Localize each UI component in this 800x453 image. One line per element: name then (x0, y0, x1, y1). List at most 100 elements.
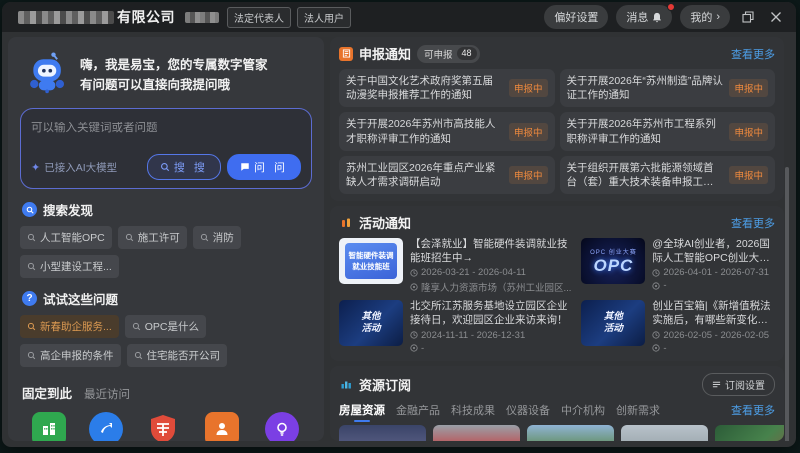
discover-chips: 人工智能OPC 施工许可 消防 小型建设工程... (20, 226, 312, 278)
invest-arrow-icon (89, 412, 123, 441)
titlebar: 有限公司 法定代表人 法人用户 偏好设置 消息 我的 › (2, 2, 796, 32)
declare-item[interactable]: 关于组织开展第六批能源领域首台（套）重大技术装备申报工作的通知 申报中 (560, 156, 776, 194)
list-settings-icon (712, 380, 721, 389)
resource-item[interactable]: 蒲公英孵化器，苏州国际科技园六期，... (715, 425, 784, 441)
question-chip[interactable]: 住宅能否开公司 (127, 344, 228, 367)
tab-recent[interactable]: 最近访问 (84, 386, 130, 402)
activity-item[interactable]: OPC 创业大赛 OPC @全球AI创业者，2026国际人工智能OPC创业大赛报… (581, 238, 775, 294)
declare-item[interactable]: 苏州工业园区2026年重点产业紧缺人才需求调研启动 申报中 (339, 156, 555, 194)
search-icon (134, 351, 143, 360)
credit-code-redacted (185, 12, 219, 23)
company-suffix: 有限公司 (117, 7, 175, 27)
restore-window-button[interactable] (738, 7, 758, 27)
activity-thumbnail: 其他 活动 (339, 300, 403, 346)
assistant-greeting: 嗨，我是易宝，您的专属数字管家 有问题可以直接向我提问哦 (20, 47, 312, 108)
status-tag: 申报中 (729, 123, 768, 141)
main-content: 嗨，我是易宝，您的专属数字管家 有问题可以直接向我提问哦 ✦ 已接入AI大模型 … (2, 32, 796, 447)
app-employment-service[interactable]: 用工服务 (192, 412, 252, 441)
assistant-search-input[interactable] (31, 122, 301, 134)
close-window-button[interactable] (766, 7, 786, 27)
resource-photo (527, 425, 614, 441)
greeting-text: 嗨，我是易宝，您的专属数字管家 有问题可以直接向我提问哦 (80, 56, 268, 95)
role-badge-legal-rep: 法定代表人 (227, 7, 291, 28)
search-icon (27, 351, 36, 360)
app-project-construction[interactable]: 项目建设 (20, 412, 77, 441)
ai-model-note: ✦ 已接入AI大模型 (31, 160, 117, 175)
resource-tabs: 房屋资源 金融产品 科技成果 仪器设备 中介机构 创新需求 查看更多 (339, 402, 775, 418)
declare-section: 申报通知 可申报 48 查看更多 关于中国文化艺术政府奖第五届动漫奖申报推荐工作… (330, 37, 784, 201)
activity-item[interactable]: 智能硬件装调 就业技能班 【会泽就业】智能硬件装调就业技能班招生中→ 2026-… (339, 238, 571, 294)
app-innovation-demand[interactable]: 创新需求服务 (252, 412, 312, 441)
search-icon (132, 322, 141, 331)
tab-finance[interactable]: 金融产品 (396, 402, 440, 418)
my-account-button[interactable]: 我的 › (680, 5, 730, 29)
clock-icon (652, 331, 660, 339)
question-chip-highlighted[interactable]: 新春助企服务... (20, 315, 119, 338)
app-window: 有限公司 法定代表人 法人用户 偏好设置 消息 我的 › (2, 2, 796, 447)
search-button[interactable]: 搜 搜 (147, 154, 221, 180)
resource-item[interactable]: 富华科技大厦，崇义路，办公，1340平 (621, 425, 708, 441)
tab-pinned[interactable]: 固定到此 (22, 383, 72, 402)
question-chip[interactable]: OPC是什么 (125, 315, 206, 338)
declare-item[interactable]: 关于中国文化艺术政府奖第五届动漫奖申报推荐工作的通知 申报中 (339, 69, 555, 107)
assistant-panel: 嗨，我是易宝，您的专属数字管家 有问题可以直接向我提问哦 ✦ 已接入AI大模型 … (8, 37, 324, 441)
question-chip[interactable]: 高企申报的条件 (20, 344, 121, 367)
tab-housing[interactable]: 房屋资源 (339, 402, 385, 418)
status-tag: 申报中 (509, 79, 548, 97)
resources-more-link[interactable]: 查看更多 (731, 402, 775, 418)
resource-item[interactable]: 56文创园，通园路，办公，95-1800平 (527, 425, 614, 441)
resource-photo (715, 425, 784, 441)
discover-chip[interactable]: 小型建设工程... (20, 255, 119, 278)
search-icon (200, 233, 209, 242)
messages-button[interactable]: 消息 (616, 5, 672, 29)
discover-chip[interactable]: 施工许可 (118, 226, 187, 249)
discover-header: 搜索发现 (22, 200, 310, 219)
clock-icon (410, 269, 418, 277)
right-area: 申报通知 可申报 48 查看更多 关于中国文化艺术政府奖第五届动漫奖申报推荐工作… (330, 37, 790, 441)
activity-item[interactable]: 其他 活动 北交所江苏服务基地设立园区企业接待日，欢迎园区企业来访来询！ 202… (339, 300, 571, 353)
ask-button[interactable]: 问 问 (227, 154, 301, 180)
declare-more-link[interactable]: 查看更多 (731, 46, 775, 62)
app-invest-startup[interactable]: 投资创业 (77, 412, 134, 441)
tab-tech-achievements[interactable]: 科技成果 (451, 402, 495, 418)
discover-chip[interactable]: 人工智能OPC (20, 226, 112, 249)
robot-mascot-icon (26, 51, 70, 100)
declare-item[interactable]: 关于开展2026年“苏州制造”品牌认证工作的通知 申报中 (560, 69, 776, 107)
subscribe-settings-button[interactable]: 订阅设置 (702, 373, 775, 396)
search-icon (27, 233, 36, 242)
resource-item[interactable]: 6-9A0 (339, 425, 426, 441)
resources-section: 资源订阅 订阅设置 房屋资源 金融产品 科技成果 仪器设备 中介机构 创新需求 … (330, 366, 784, 441)
activity-section: 活动通知 查看更多 智能硬件装调 就业技能班 【会泽就业】智能硬件装调就业技能班… (330, 206, 784, 361)
search-icon (27, 322, 36, 331)
notification-dot (667, 3, 675, 11)
activity-icon (339, 216, 353, 230)
vertical-scrollbar[interactable] (785, 167, 789, 441)
resource-photo (433, 425, 520, 441)
worker-icon (205, 412, 239, 441)
declare-title: 申报通知 (359, 44, 411, 63)
preferences-button[interactable]: 偏好设置 (544, 5, 608, 29)
tab-instruments[interactable]: 仪器设备 (506, 402, 550, 418)
activity-more-link[interactable]: 查看更多 (731, 215, 775, 231)
discover-chip[interactable]: 消防 (193, 226, 241, 249)
resource-photo (339, 425, 426, 441)
location-icon (652, 282, 660, 290)
app-tax-service[interactable]: 税务服务 (135, 412, 192, 441)
chat-icon (240, 162, 250, 172)
search-discover-icon (22, 202, 37, 217)
building-icon (32, 412, 66, 441)
status-tag: 申报中 (509, 166, 548, 184)
tab-agencies[interactable]: 中介机构 (561, 402, 605, 418)
declare-item[interactable]: 关于开展2026年苏州市高技能人才职称评审工作的通知 申报中 (339, 112, 555, 150)
resources-title: 资源订阅 (359, 375, 411, 394)
declare-count-badge: 可申报 48 (417, 45, 480, 63)
tab-innovation-demand[interactable]: 创新需求 (616, 402, 660, 418)
location-icon (410, 283, 418, 291)
activity-item[interactable]: 其他 活动 创业百宝箱|《新增值税法实施后，有哪些新变化值得关注》 2026-0… (581, 300, 775, 353)
resources-chart-icon (339, 377, 353, 391)
declare-item[interactable]: 关于开展2026年苏州市工程系列职称评审工作的通知 申报中 (560, 112, 776, 150)
resource-photo (621, 425, 708, 441)
declare-grid: 关于中国文化艺术政府奖第五届动漫奖申报推荐工作的通知 申报中 关于开展2026年… (339, 69, 775, 194)
company-name-redacted (18, 11, 114, 24)
resource-item[interactable]: 桑田岛科创园2号楼409平 (433, 425, 520, 441)
